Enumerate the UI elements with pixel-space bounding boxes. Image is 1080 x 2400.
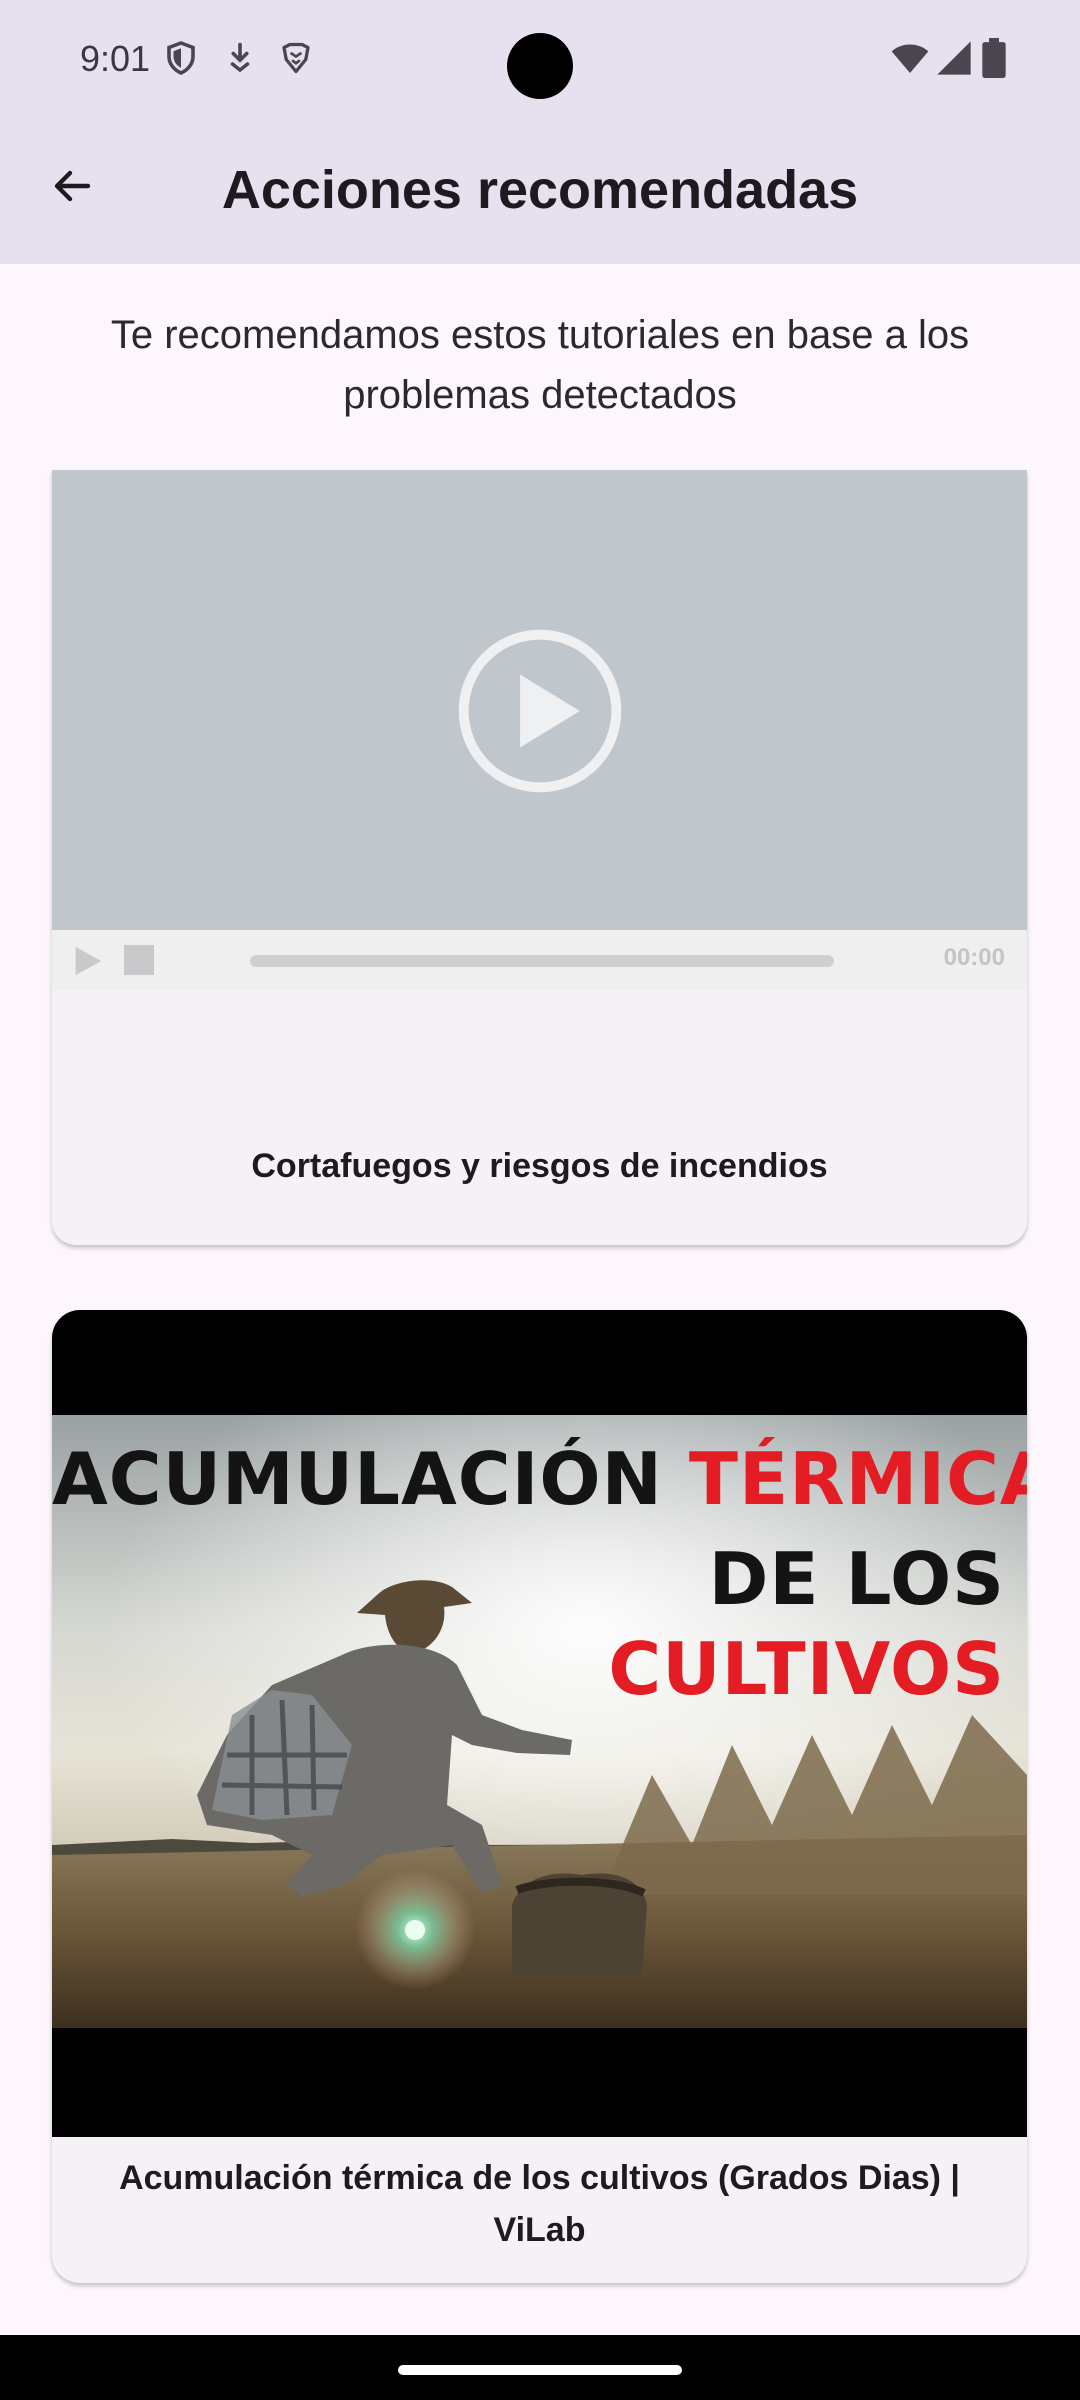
back-button[interactable]	[36, 150, 108, 222]
cell-signal-icon	[937, 41, 971, 75]
video-card: ACUMULACIÓN TÉRMICA DE LOS CULTIVOS Acum…	[52, 1310, 1027, 2283]
camera-cutout	[507, 33, 573, 99]
player-controls: 00:00	[52, 930, 1027, 990]
intro-text: Te recomendamos estos tutoriales en base…	[110, 313, 970, 417]
stop-icon[interactable]	[124, 945, 154, 975]
video-thumbnail[interactable]: ACUMULACIÓN TÉRMICA DE LOS CULTIVOS	[52, 1310, 1027, 2137]
thumbnail-headline-line2: DE LOS	[708, 1537, 1005, 1621]
page-title: Acciones recomendadas	[221, 160, 859, 220]
video-title: Acumulación térmica de los cultivos (Gra…	[119, 2159, 960, 2249]
gesture-handle[interactable]	[398, 2365, 682, 2375]
download-icon	[230, 42, 250, 73]
arrow-left-icon	[54, 170, 91, 202]
thumbnail-headline: ACUMULACIÓN TÉRMICA	[52, 1437, 1027, 1521]
battery-icon	[982, 38, 1006, 78]
thumbnail-image: ACUMULACIÓN TÉRMICA DE LOS CULTIVOS	[52, 1415, 1027, 2028]
video-title: Cortafuegos y riesgos de incendios	[251, 1147, 828, 1185]
thumbnail-headline-line3: CULTIVOS	[608, 1627, 1005, 1711]
video-card: 00:00 Cortafuegos y riesgos de incendios	[52, 470, 1027, 1245]
vpn-shield-icon	[167, 41, 195, 75]
brave-lion-icon	[282, 42, 310, 74]
seek-bar[interactable]	[250, 955, 834, 967]
play-circle-icon[interactable]	[457, 628, 623, 794]
system-nav-bar	[0, 2335, 1080, 2400]
play-icon[interactable]	[70, 944, 104, 978]
status-time: 9:01	[80, 38, 151, 79]
top-app-bar: 9:01 Acciones recomendadas	[0, 0, 1080, 264]
video-player[interactable]	[52, 470, 1027, 930]
wifi-icon	[891, 44, 929, 73]
player-time: 00:00	[943, 944, 1005, 971]
